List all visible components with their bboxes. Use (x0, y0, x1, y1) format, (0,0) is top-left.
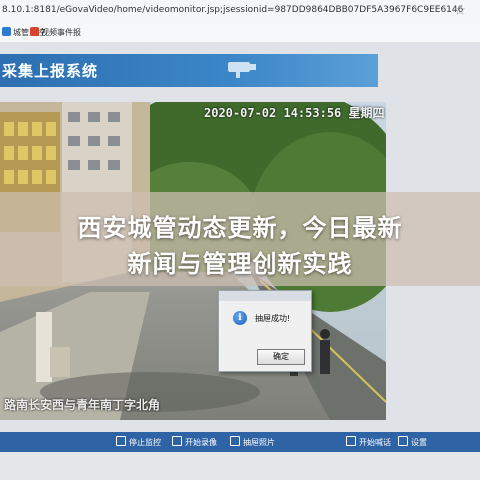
bookmark-favicon-icon (30, 27, 39, 36)
snapshot-button[interactable]: 抽屉照片 (230, 436, 275, 448)
bookmark-item[interactable]: 视频事件报 (30, 27, 81, 38)
app-title: 采集上报系统 (2, 62, 99, 80)
bookmark-favicon-icon (2, 27, 11, 36)
camera-icon (228, 62, 256, 78)
address-bar[interactable]: 8.10.1:8181/eGovaVideo/home/videomonitor… (0, 0, 480, 25)
page-footer (0, 452, 480, 480)
record-icon (172, 436, 182, 446)
headline-line-2: 新闻与管理创新实践 (127, 250, 353, 278)
headline-line-1: 西安城管动态更新，今日最新 (77, 214, 403, 242)
ok-button[interactable]: 确定 (257, 349, 305, 365)
start-record-button[interactable]: 开始录像 (172, 436, 217, 448)
camera-location-label: 路南长安西与青年南丁字北角 (4, 398, 161, 412)
video-timestamp: 2020-07-02 14:53:56 星期四 (204, 106, 385, 120)
app-banner: 采集上报系统 (0, 54, 378, 87)
stop-monitor-button[interactable]: 停止监控 (116, 436, 161, 448)
gear-icon (398, 436, 408, 446)
headline-overlay: 西安城管动态更新，今日最新 新闻与管理创新实践 (0, 192, 480, 286)
info-icon: i (233, 311, 247, 325)
start-talk-button[interactable]: 开始喊话 (346, 436, 391, 448)
stop-icon (116, 436, 126, 446)
url-text[interactable]: 8.10.1:8181/eGovaVideo/home/videomonitor… (2, 5, 463, 15)
dialog-message: 抽屉成功! (255, 314, 291, 323)
photo-icon (230, 436, 240, 446)
bookmarks-bar: 城管监控 视频事件报 (0, 24, 480, 43)
settings-button[interactable]: 设置 (398, 436, 427, 448)
microphone-icon (346, 436, 356, 446)
bookmark-star-icon[interactable]: ☆ (453, 3, 466, 19)
video-toolbar: 停止监控 开始录像 抽屉照片 开始喊话 设置 (0, 432, 480, 452)
capture-success-dialog: i 抽屉成功! 确定 (218, 290, 312, 372)
dialog-titlebar[interactable] (219, 291, 311, 301)
